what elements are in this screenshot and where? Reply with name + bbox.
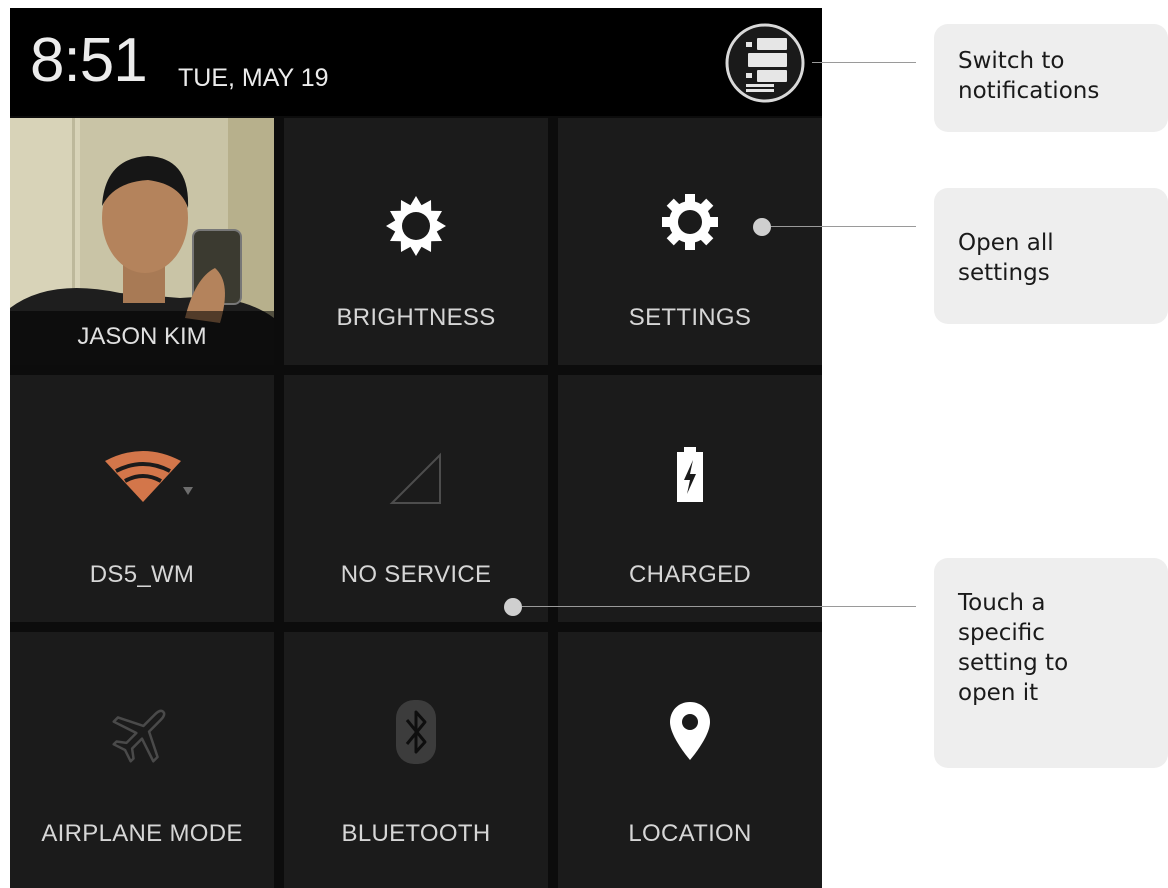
tile-label-battery: CHARGED (628, 561, 752, 588)
wifi-tile[interactable]: DS5_WM (10, 375, 274, 622)
battery-tile[interactable]: CHARGED (558, 375, 822, 622)
tile-label-location: LOCATION (628, 820, 752, 847)
callout-leader-notifications (812, 62, 916, 63)
mobile-signal-tile[interactable]: NO SERVICE (284, 375, 548, 622)
airplane-icon (112, 709, 166, 763)
tile-label-airplane: AIRPLANE MODE (41, 820, 243, 847)
clock-time: 8:51 (30, 26, 148, 95)
tile-label-settings: SETTINGS (628, 304, 752, 331)
bluetooth-tile[interactable]: BLUETOOTH (284, 632, 548, 888)
tile-label-wifi: DS5_WM (89, 561, 195, 588)
tile-label-signal: NO SERVICE (340, 561, 492, 588)
callout-leader-tiles (522, 606, 916, 607)
brightness-icon (386, 196, 446, 256)
callout-dot-tiles (504, 598, 522, 616)
switch-to-notifications-button[interactable] (724, 22, 806, 104)
bluetooth-icon (396, 700, 436, 764)
brightness-tile[interactable]: BRIGHTNESS (284, 118, 548, 365)
callout-text-notifications: Switch to notifications (958, 48, 1100, 104)
gear-icon (662, 194, 718, 250)
airplane-mode-tile[interactable]: AIRPLANE MODE (10, 632, 274, 888)
callout-text-settings: Open all settings (958, 230, 1054, 286)
callout-switch-notifications: Switch to notifications (934, 24, 1168, 132)
user-name: JASON KIM (77, 323, 207, 350)
status-bar: 8:51 TUE, MAY 19 (10, 8, 822, 116)
battery-charged-icon (677, 447, 703, 502)
callout-dot-settings (753, 218, 771, 236)
location-tile[interactable]: LOCATION (558, 632, 822, 888)
callout-text-touch: Touch a specific setting to open it (958, 590, 1069, 706)
callout-touch-setting: Touch a specific setting to open it (934, 558, 1168, 768)
user-profile-tile[interactable]: JASON KIM (10, 118, 274, 365)
location-pin-icon (670, 702, 710, 760)
callout-open-settings: Open all settings (934, 188, 1168, 324)
date-label: TUE, MAY 19 (178, 64, 329, 92)
signal-icon (389, 452, 441, 504)
tile-label-brightness: BRIGHTNESS (336, 304, 496, 331)
user-name-caption: JASON KIM (10, 311, 274, 365)
quick-settings-panel: 8:51 TUE, MAY 19 JASON KIM BRIGHTNESS SE… (10, 8, 822, 888)
settings-tile[interactable]: SETTINGS (558, 118, 822, 365)
notifications-list-icon (725, 23, 805, 103)
wifi-icon (105, 451, 193, 502)
callout-leader-settings (771, 226, 916, 227)
tile-label-bluetooth: BLUETOOTH (341, 820, 491, 847)
